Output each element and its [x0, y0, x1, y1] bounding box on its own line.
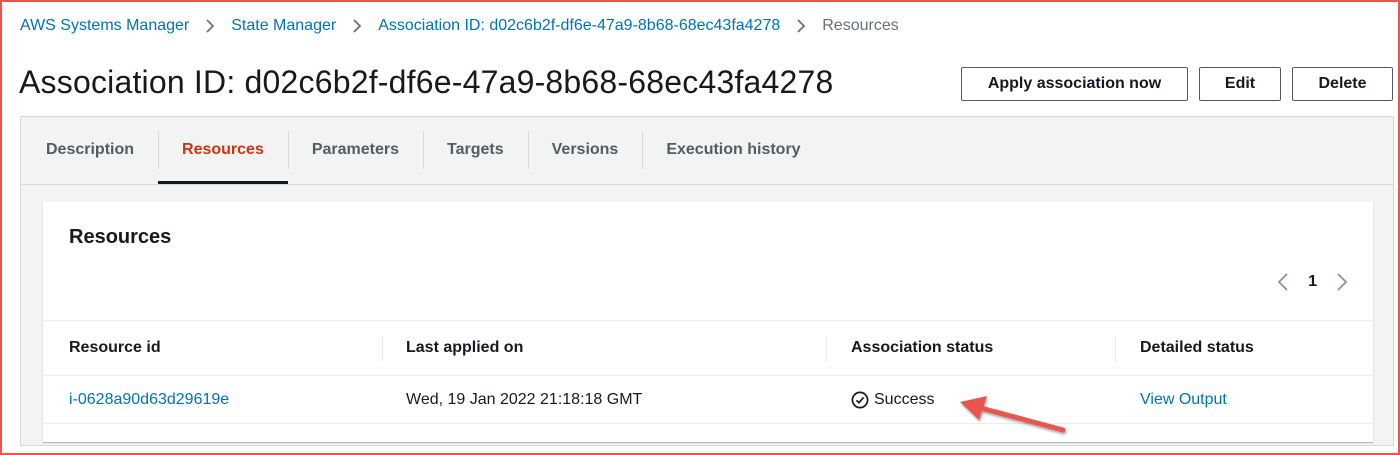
tab-bar: Description Resources Parameters Targets… — [21, 117, 1393, 185]
tab-execution-history[interactable]: Execution history — [642, 117, 824, 183]
breadcrumb: AWS Systems Manager State Manager Associ… — [20, 16, 899, 36]
column-header-detailed-status[interactable]: Detailed status — [1115, 320, 1373, 376]
tab-targets[interactable]: Targets — [423, 117, 528, 183]
header-actions: Apply association now Edit Delete — [961, 67, 1393, 101]
chevron-right-icon — [780, 16, 822, 36]
association-status-value: Success — [874, 390, 935, 408]
apply-association-now-button[interactable]: Apply association now — [961, 67, 1188, 101]
page-number[interactable]: 1 — [1308, 273, 1317, 291]
tab-description[interactable]: Description — [21, 117, 158, 183]
table-header: Resource id Last applied on Association … — [43, 320, 1373, 376]
page-title: Association ID: d02c6b2f-df6e-47a9-8b68-… — [19, 64, 834, 100]
table-row: i-0628a90d63d29619e Wed, 19 Jan 2022 21:… — [43, 376, 1373, 424]
chevron-right-icon — [336, 16, 378, 36]
edit-button[interactable]: Edit — [1199, 67, 1281, 101]
resources-title: Resources — [69, 226, 172, 248]
tab-versions[interactable]: Versions — [527, 117, 643, 183]
association-details-container: Description Resources Parameters Targets… — [20, 116, 1394, 446]
chevron-left-icon[interactable] — [1276, 272, 1290, 292]
delete-button[interactable]: Delete — [1292, 67, 1393, 101]
chevron-right-icon — [189, 16, 231, 36]
column-header-association-status[interactable]: Association status — [826, 320, 1115, 376]
tab-parameters[interactable]: Parameters — [287, 117, 423, 183]
breadcrumb-systems-manager[interactable]: AWS Systems Manager — [20, 17, 189, 35]
resources-table: Resource id Last applied on Association … — [43, 320, 1373, 424]
breadcrumb-state-manager[interactable]: State Manager — [231, 17, 336, 35]
annotation-arrow — [960, 396, 1066, 433]
check-circle-icon — [851, 391, 869, 409]
view-output-link[interactable]: View Output — [1140, 391, 1227, 409]
chevron-right-icon[interactable] — [1335, 272, 1349, 292]
resource-id-link[interactable]: i-0628a90d63d29619e — [69, 391, 229, 409]
pagination: 1 — [1276, 270, 1349, 294]
column-header-last-applied[interactable]: Last applied on — [382, 320, 826, 376]
breadcrumb-current: Resources — [822, 17, 899, 34]
tab-resources[interactable]: Resources — [158, 117, 288, 184]
resources-panel: Resources 1 Resource id Last applied on … — [43, 202, 1373, 442]
column-header-resource-id[interactable]: Resource id — [43, 320, 382, 376]
last-applied-value: Wed, 19 Jan 2022 21:18:18 GMT — [406, 390, 643, 408]
breadcrumb-association[interactable]: Association ID: d02c6b2f-df6e-47a9-8b68-… — [378, 17, 780, 35]
